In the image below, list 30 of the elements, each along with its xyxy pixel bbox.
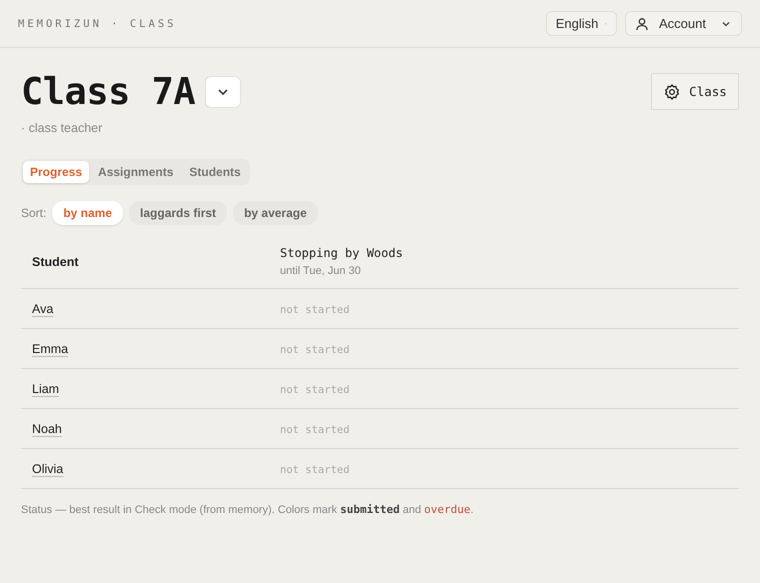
student-link[interactable]: Liam: [32, 382, 60, 396]
status-text: not started: [280, 304, 350, 316]
language-selector[interactable]: English ·: [546, 11, 618, 36]
student-link[interactable]: Olivia: [32, 462, 64, 476]
user-icon: [635, 16, 650, 30]
assignment-header: Stopping by Woods: [280, 246, 404, 260]
sort-option[interactable]: laggards first: [129, 201, 228, 225]
brand-title: MEMORIZUN · CLASS: [18, 18, 178, 30]
page-title: Class 7A: [21, 70, 196, 113]
sort-label: Sort:: [21, 206, 46, 220]
status-text: not started: [280, 384, 350, 396]
tab[interactable]: Students: [182, 161, 248, 183]
tab[interactable]: Assignments: [91, 161, 180, 183]
sort-option[interactable]: by name: [52, 201, 124, 225]
student-link[interactable]: Emma: [32, 342, 68, 356]
footnote: Status — best result in Check mode (from memory). Colors mark submitted and overdue.: [21, 503, 475, 516]
tab[interactable]: Progress: [23, 161, 90, 183]
sort-option[interactable]: by average: [233, 201, 318, 225]
column-header: Student: [32, 254, 79, 268]
status-text: not started: [280, 464, 350, 476]
class-settings-button[interactable]: Class: [651, 73, 739, 110]
subtitle: · class teacher: [21, 121, 104, 135]
student-link[interactable]: Noah: [32, 422, 62, 436]
class-dropdown-button[interactable]: [205, 76, 242, 108]
status-text: not started: [280, 344, 350, 356]
account-menu[interactable]: Account: [625, 11, 742, 36]
status-text: not started: [280, 424, 350, 436]
student-link[interactable]: Ava: [32, 302, 54, 316]
settings-icon: [663, 82, 682, 100]
due-date: until Tue, Jun 30: [280, 265, 362, 277]
